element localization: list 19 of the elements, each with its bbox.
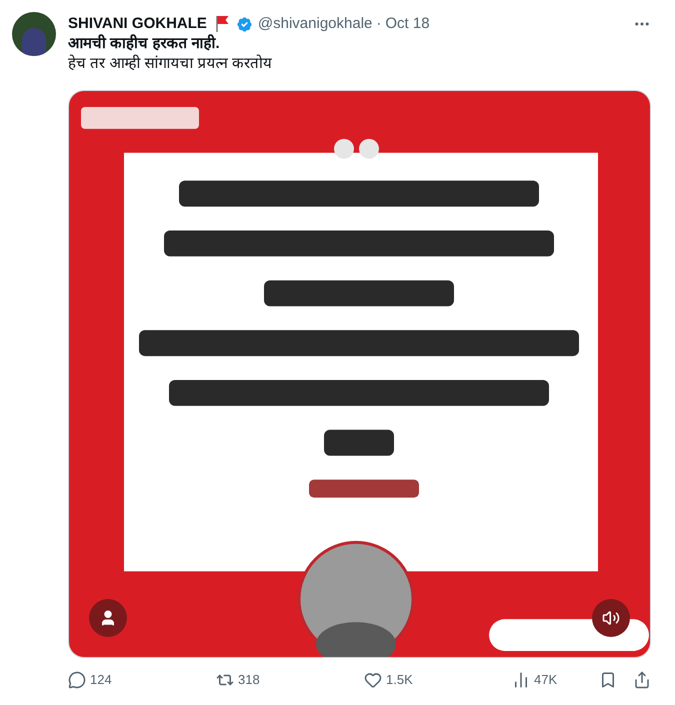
tweet-text: हेच तर आम्ही सांगायचा प्रयत्न करतोय — [68, 54, 273, 74]
post-date[interactable]: Oct 18 — [385, 14, 430, 34]
bar-chart-icon — [512, 670, 530, 689]
tweet-text: आमची काहीच हरकत नाही. — [68, 34, 221, 54]
speaker-icon — [602, 609, 620, 627]
share-icon[interactable] — [633, 670, 651, 689]
avatar[interactable] — [12, 12, 56, 56]
person-icon — [99, 609, 117, 627]
separator: · — [376, 14, 382, 34]
flag-icon — [214, 15, 231, 33]
author-handle[interactable]: @shivanigokhale — [258, 14, 372, 34]
repost-button[interactable]: 318 — [216, 670, 276, 690]
reply-icon — [68, 670, 86, 689]
reply-button[interactable]: 124 — [68, 670, 128, 690]
views-button[interactable]: 47K — [512, 670, 572, 690]
like-button[interactable]: 1.5K — [364, 670, 424, 690]
bookmark-icon[interactable] — [599, 670, 617, 689]
heart-icon — [364, 670, 382, 689]
author-name[interactable]: SHIVANI GOKHALE — [68, 14, 207, 34]
